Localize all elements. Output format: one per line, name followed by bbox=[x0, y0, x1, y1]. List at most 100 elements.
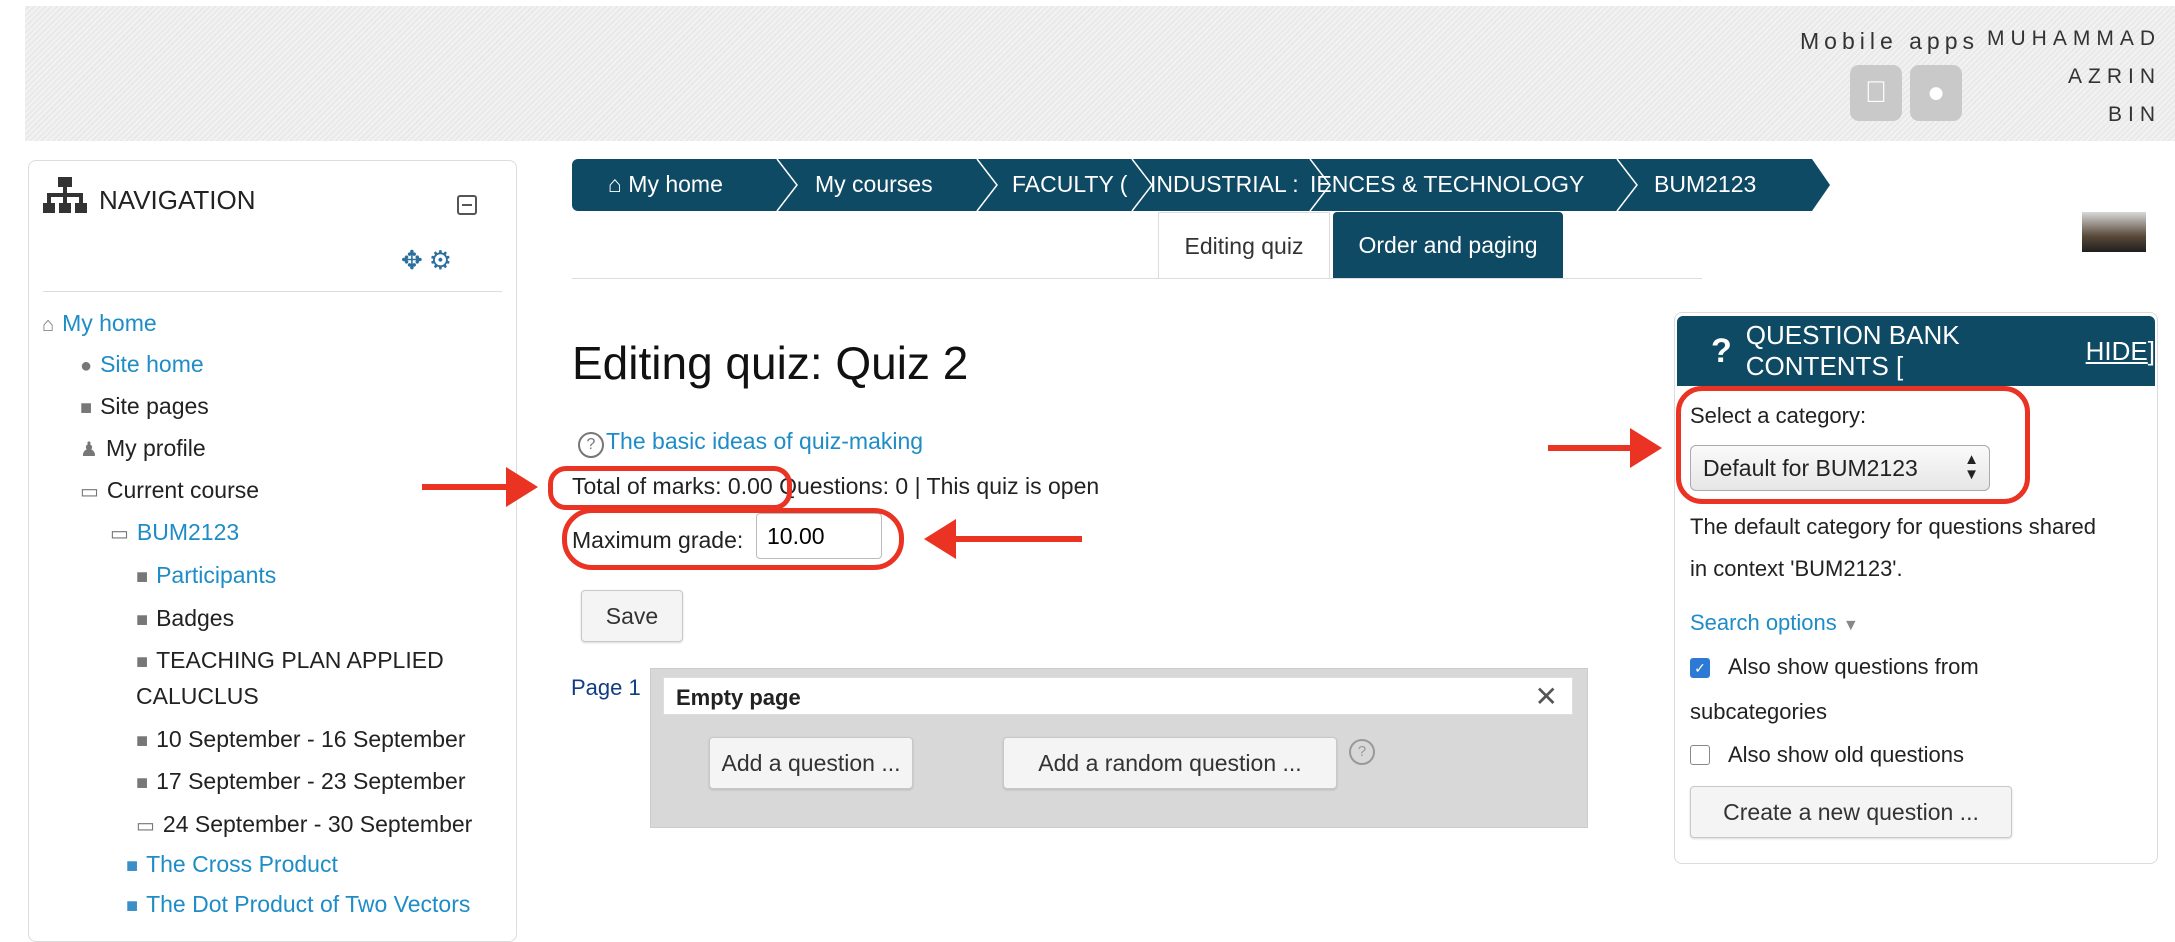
create-question-button[interactable]: Create a new question ... bbox=[1690, 786, 2012, 838]
page-title-label: Empty page bbox=[676, 685, 801, 710]
nav-label: Site home bbox=[100, 351, 204, 377]
nav-label: TEACHING PLAN APPLIED bbox=[156, 647, 444, 673]
nav-item-cross-product[interactable]: ■ The Cross Product bbox=[126, 851, 338, 878]
old-questions-label: Also show old questions bbox=[1728, 742, 1965, 767]
mobile-apps-label: Mobile apps bbox=[1800, 28, 1980, 54]
apple-icon[interactable]:  bbox=[1850, 65, 1902, 121]
folder-icon: ■ bbox=[136, 566, 149, 588]
page-header: Empty page ✕ bbox=[663, 677, 1573, 715]
home-icon: ⌂ bbox=[42, 314, 55, 336]
breadcrumb-industrial[interactable]: INDUSTRIAL : bbox=[1150, 171, 1299, 198]
folder-icon: ■ bbox=[136, 772, 149, 794]
question-bank-title: QUESTION BANK CONTENTS [ bbox=[1745, 320, 1960, 381]
tab-order-and-paging[interactable]: Order and paging bbox=[1333, 212, 1563, 278]
hide-link[interactable]: HIDE bbox=[2086, 336, 2148, 367]
annotation-arrow bbox=[422, 467, 538, 507]
quiz-page: Empty page ✕ Add a question ... Add a ra… bbox=[650, 668, 1588, 828]
nav-label: 10 September - 16 September bbox=[156, 726, 466, 752]
nav-label: My home bbox=[62, 310, 157, 336]
crumb-label: My home bbox=[628, 171, 723, 197]
breadcrumb-course[interactable]: BUM2123 bbox=[1654, 171, 1756, 198]
nav-label: Participants bbox=[156, 562, 277, 588]
nav-item-my-home[interactable]: ⌂ My home bbox=[42, 310, 157, 337]
nav-label: The Dot Product of Two Vectors bbox=[146, 891, 471, 917]
subcategories-label: Also show questions from bbox=[1728, 654, 1979, 679]
page-icon: ■ bbox=[126, 895, 139, 917]
nav-label: The Cross Product bbox=[146, 851, 338, 877]
nav-label: BUM2123 bbox=[136, 519, 240, 545]
nav-item-participants[interactable]: ■ Participants bbox=[136, 562, 276, 589]
nav-item-my-profile[interactable]: ♟ My profile bbox=[80, 435, 206, 462]
folder-icon: ■ bbox=[136, 651, 149, 673]
help-icon: ? bbox=[578, 432, 604, 458]
subcategories-label: subcategories bbox=[1690, 699, 1827, 724]
folder-icon: ■ bbox=[136, 609, 149, 631]
nav-label: Current course bbox=[106, 477, 260, 503]
nav-label: Site pages bbox=[100, 393, 209, 419]
nav-item-dot-product[interactable]: ■ The Dot Product of Two Vectors bbox=[126, 891, 470, 918]
category-description: The default category for questions share… bbox=[1690, 514, 2097, 539]
folder-open-icon: ▭ bbox=[136, 815, 155, 837]
save-button[interactable]: Save bbox=[581, 590, 683, 642]
old-questions-checkbox[interactable] bbox=[1690, 745, 1710, 765]
tab-editing-quiz[interactable]: Editing quiz bbox=[1158, 212, 1330, 279]
nav-item-site-home[interactable]: ● Site home bbox=[80, 351, 204, 378]
nav-item-week-17[interactable]: ■ 17 September - 23 September bbox=[136, 768, 466, 795]
annotation-arrow bbox=[924, 519, 1082, 559]
nav-item-teaching-plan[interactable]: ■ TEACHING PLAN APPLIED bbox=[136, 647, 444, 674]
folder-icon: ■ bbox=[136, 730, 149, 752]
annotation-ring bbox=[1676, 386, 2030, 504]
add-question-button[interactable]: Add a question ... bbox=[709, 737, 913, 789]
question-bank-title-end: ] bbox=[2147, 335, 2155, 366]
question-bank-header: ? QUESTION BANK CONTENTS [ HIDE] bbox=[1677, 316, 2155, 386]
nav-item-site-pages[interactable]: ■ Site pages bbox=[80, 393, 209, 420]
annotation-ring bbox=[548, 466, 792, 510]
folder-open-icon: ▭ bbox=[110, 523, 129, 545]
category-description: in context 'BUM2123'. bbox=[1690, 556, 1903, 581]
navigation-title: NAVIGATION bbox=[99, 185, 256, 215]
home-icon: ⌂ bbox=[608, 171, 622, 197]
nav-item-badges[interactable]: ■ Badges bbox=[136, 605, 234, 632]
help-link-label: The basic ideas of quiz-making bbox=[606, 428, 924, 454]
subcategories-checkbox[interactable]: ✓ bbox=[1690, 658, 1710, 678]
avatar[interactable] bbox=[2082, 212, 2146, 252]
nav-item-teaching-plan-cont[interactable]: CALUCLUS bbox=[136, 683, 259, 710]
folder-icon: ■ bbox=[80, 397, 93, 419]
nav-item-week-10[interactable]: ■ 10 September - 16 September bbox=[136, 726, 466, 753]
close-icon[interactable]: ✕ bbox=[1535, 680, 1558, 713]
nav-item-current-course[interactable]: ▭ Current course bbox=[80, 477, 259, 504]
page-label: Page 1 bbox=[571, 675, 641, 700]
nav-label: Badges bbox=[156, 605, 235, 631]
nav-label: My profile bbox=[105, 435, 206, 461]
nav-item-bum2123[interactable]: ▭ BUM2123 bbox=[110, 519, 239, 546]
user-name-line: AZRIN bbox=[2068, 65, 2161, 88]
help-icon[interactable]: ? bbox=[1349, 739, 1375, 765]
folder-open-icon: ▭ bbox=[80, 481, 99, 503]
divider bbox=[43, 291, 502, 292]
search-options-link[interactable]: Search options ▼ bbox=[1690, 610, 1859, 636]
nav-label: 17 September - 23 September bbox=[156, 768, 466, 794]
breadcrumb-sciences[interactable]: IENCES & TECHNOLOGY bbox=[1310, 171, 1584, 198]
search-options-label: Search options bbox=[1690, 610, 1837, 635]
gear-icon[interactable]: ⚙ bbox=[429, 245, 458, 275]
annotation-ring bbox=[562, 508, 904, 570]
move-icon[interactable]: ✥ bbox=[401, 245, 429, 275]
question-icon: ? bbox=[1711, 331, 1732, 370]
user-menu[interactable]: MUHAMMAD AZRIN BIN bbox=[1987, 20, 2161, 134]
breadcrumb-home[interactable]: ⌂ My home bbox=[608, 171, 723, 198]
tab-divider bbox=[572, 278, 1702, 279]
breadcrumb-faculty[interactable]: FACULTY ( bbox=[1012, 171, 1127, 198]
block-tools: ✥⚙ bbox=[401, 245, 458, 276]
chevron-down-icon: ▼ bbox=[1842, 617, 1859, 634]
help-link[interactable]: ? The basic ideas of quiz-making bbox=[578, 428, 923, 458]
user-name-line: MUHAMMAD bbox=[1987, 27, 2161, 50]
add-random-question-button[interactable]: Add a random question ... bbox=[1003, 737, 1337, 789]
breadcrumb-my-courses[interactable]: My courses bbox=[815, 171, 933, 198]
nav-item-week-24[interactable]: ▭ 24 September - 30 September bbox=[136, 811, 472, 838]
sitemap-icon bbox=[43, 177, 87, 213]
collapse-icon[interactable] bbox=[457, 195, 477, 215]
user-icon: ♟ bbox=[80, 439, 98, 461]
nav-label: CALUCLUS bbox=[136, 683, 259, 709]
android-icon[interactable]: ● bbox=[1910, 65, 1962, 121]
circle-icon: ● bbox=[80, 355, 93, 377]
